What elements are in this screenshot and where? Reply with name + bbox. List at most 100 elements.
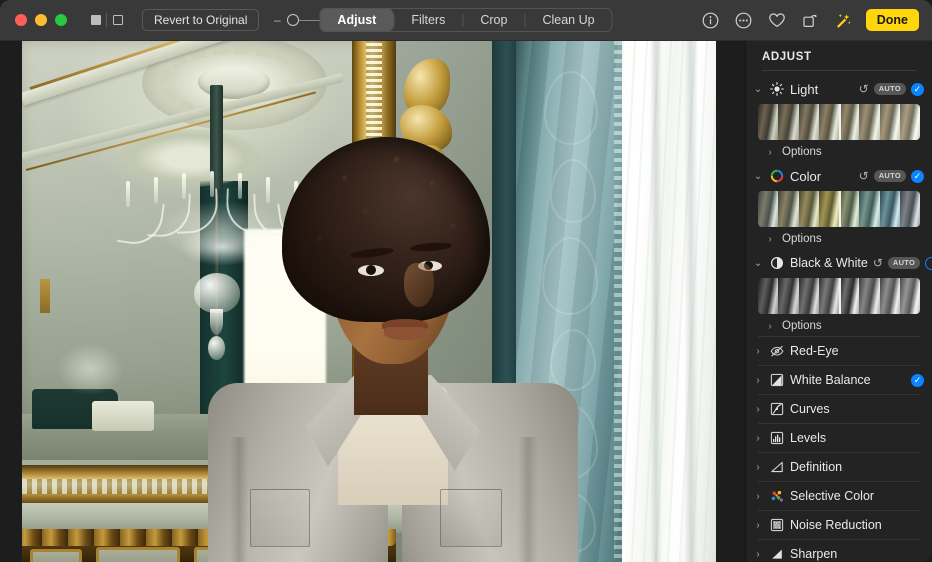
revert-to-original-button[interactable]: Revert to Original xyxy=(142,9,259,31)
thumbnail[interactable] xyxy=(900,191,920,227)
options-label: Options xyxy=(782,320,822,332)
thumbnail[interactable] xyxy=(799,278,819,314)
magic-wand-icon[interactable] xyxy=(833,10,853,30)
adjustment-color[interactable]: ⌄ Color ↺ AUTO ✓ xyxy=(746,162,932,190)
thumbnail[interactable] xyxy=(880,104,900,140)
adjustment-sharpen[interactable]: › Sharpen xyxy=(746,540,932,562)
levels-icon xyxy=(769,430,785,446)
chevron-right-icon[interactable]: › xyxy=(752,520,764,531)
chevron-right-icon[interactable]: › xyxy=(752,491,764,502)
adjust-panel: ADJUST ⌄ Light ↺ AUTO ✓ xyxy=(745,41,932,562)
tab-crop[interactable]: Crop xyxy=(463,9,524,31)
revert-icon[interactable]: ↺ xyxy=(873,256,883,270)
adjustment-black-and-white[interactable]: ⌄ Black & White ↺ AUTO xyxy=(746,249,932,277)
more-options-icon[interactable] xyxy=(734,10,754,30)
enable-checkbox-black-and-white[interactable] xyxy=(925,257,932,270)
chandelier-bowl xyxy=(194,273,240,313)
black-and-white-options-row[interactable]: › Options xyxy=(746,316,932,336)
auto-button[interactable]: AUTO xyxy=(874,83,906,95)
light-variation-strip[interactable] xyxy=(758,104,920,140)
chevron-right-icon[interactable]: › xyxy=(752,433,764,444)
adjustment-noise-reduction[interactable]: › Noise Reduction xyxy=(746,511,932,539)
adjustment-curves[interactable]: › Curves xyxy=(746,395,932,423)
light-options-row[interactable]: › Options xyxy=(746,142,932,162)
rotate-icon[interactable] xyxy=(800,10,820,30)
thumbnail[interactable] xyxy=(778,278,798,314)
sheer-fold xyxy=(650,41,662,562)
close-button[interactable] xyxy=(15,14,27,26)
adjustment-definition[interactable]: › Definition xyxy=(746,453,932,481)
shirt-pocket-left xyxy=(250,489,310,547)
thumbnail[interactable] xyxy=(799,104,819,140)
selected-variation-indicator xyxy=(839,278,841,314)
thumbnail[interactable] xyxy=(900,278,920,314)
adjustment-label: Noise Reduction xyxy=(790,518,924,532)
chevron-right-icon[interactable]: › xyxy=(764,321,776,332)
adjustment-label: Selective Color xyxy=(790,489,924,503)
black-and-white-variation-strip[interactable] xyxy=(758,278,920,314)
thumbnail[interactable] xyxy=(859,104,879,140)
enable-checkbox-white-balance[interactable]: ✓ xyxy=(911,374,924,387)
thumbnail[interactable] xyxy=(900,104,920,140)
thumbnail[interactable] xyxy=(839,191,859,227)
zoom-knob[interactable] xyxy=(287,14,299,26)
chevron-right-icon[interactable]: › xyxy=(752,462,764,473)
photo-image[interactable] xyxy=(22,41,716,562)
favorite-heart-icon[interactable] xyxy=(767,10,787,30)
chevron-right-icon[interactable]: › xyxy=(752,404,764,415)
thumbnail[interactable] xyxy=(819,278,839,314)
thumbnail[interactable] xyxy=(778,191,798,227)
thumbnail[interactable] xyxy=(859,278,879,314)
thumbnail[interactable] xyxy=(859,191,879,227)
portrait-subject xyxy=(254,137,554,562)
adjustment-light[interactable]: ⌄ Light ↺ AUTO ✓ xyxy=(746,75,932,103)
photo-canvas[interactable] xyxy=(0,41,745,562)
adjustment-red-eye[interactable]: › Red-Eye xyxy=(746,337,932,365)
auto-button[interactable]: AUTO xyxy=(874,170,906,182)
console-panel xyxy=(30,549,82,562)
thumbnail[interactable] xyxy=(819,104,839,140)
tab-adjust[interactable]: Adjust xyxy=(320,9,393,31)
adjustment-selective-color[interactable]: › Selective Color xyxy=(746,482,932,510)
thumbnail[interactable] xyxy=(778,104,798,140)
split-view-icon[interactable] xyxy=(107,10,128,30)
chevron-right-icon[interactable]: › xyxy=(764,147,776,158)
thumbnail[interactable] xyxy=(839,278,859,314)
thumbnail[interactable] xyxy=(839,104,859,140)
thumbnail[interactable] xyxy=(799,191,819,227)
zoom-out-icon[interactable]: – xyxy=(273,14,281,26)
revert-icon[interactable]: ↺ xyxy=(859,82,869,96)
thumbnail[interactable] xyxy=(758,104,778,140)
auto-button[interactable]: AUTO xyxy=(888,257,920,269)
zoom-button[interactable] xyxy=(55,14,67,26)
single-view-icon[interactable] xyxy=(85,10,106,30)
adjustment-label: White Balance xyxy=(790,373,906,387)
revert-icon[interactable]: ↺ xyxy=(859,169,869,183)
tab-filters[interactable]: Filters xyxy=(394,9,462,31)
chevron-right-icon[interactable]: › xyxy=(764,234,776,245)
curves-icon xyxy=(769,401,785,417)
tab-clean-up[interactable]: Clean Up xyxy=(525,9,611,31)
enable-checkbox-light[interactable]: ✓ xyxy=(911,83,924,96)
color-variation-strip[interactable] xyxy=(758,191,920,227)
thumbnail[interactable] xyxy=(880,191,900,227)
view-mode-segmented-control[interactable] xyxy=(85,10,128,30)
enable-checkbox-color[interactable]: ✓ xyxy=(911,170,924,183)
adjustments-list[interactable]: ⌄ Light ↺ AUTO ✓ xyxy=(746,73,932,562)
minimize-button[interactable] xyxy=(35,14,47,26)
thumbnail[interactable] xyxy=(880,278,900,314)
chevron-down-icon[interactable]: ⌄ xyxy=(752,171,764,182)
thumbnail[interactable] xyxy=(758,278,778,314)
chevron-right-icon[interactable]: › xyxy=(752,549,764,560)
done-button[interactable]: Done xyxy=(866,9,919,31)
adjustment-white-balance[interactable]: › White Balance ✓ xyxy=(746,366,932,394)
adjustment-levels[interactable]: › Levels xyxy=(746,424,932,452)
chevron-down-icon[interactable]: ⌄ xyxy=(752,258,764,269)
info-icon[interactable] xyxy=(701,10,721,30)
chevron-right-icon[interactable]: › xyxy=(752,375,764,386)
color-options-row[interactable]: › Options xyxy=(746,229,932,249)
chevron-right-icon[interactable]: › xyxy=(752,346,764,357)
chevron-down-icon[interactable]: ⌄ xyxy=(752,84,764,95)
thumbnail[interactable] xyxy=(758,191,778,227)
thumbnail[interactable] xyxy=(819,191,839,227)
